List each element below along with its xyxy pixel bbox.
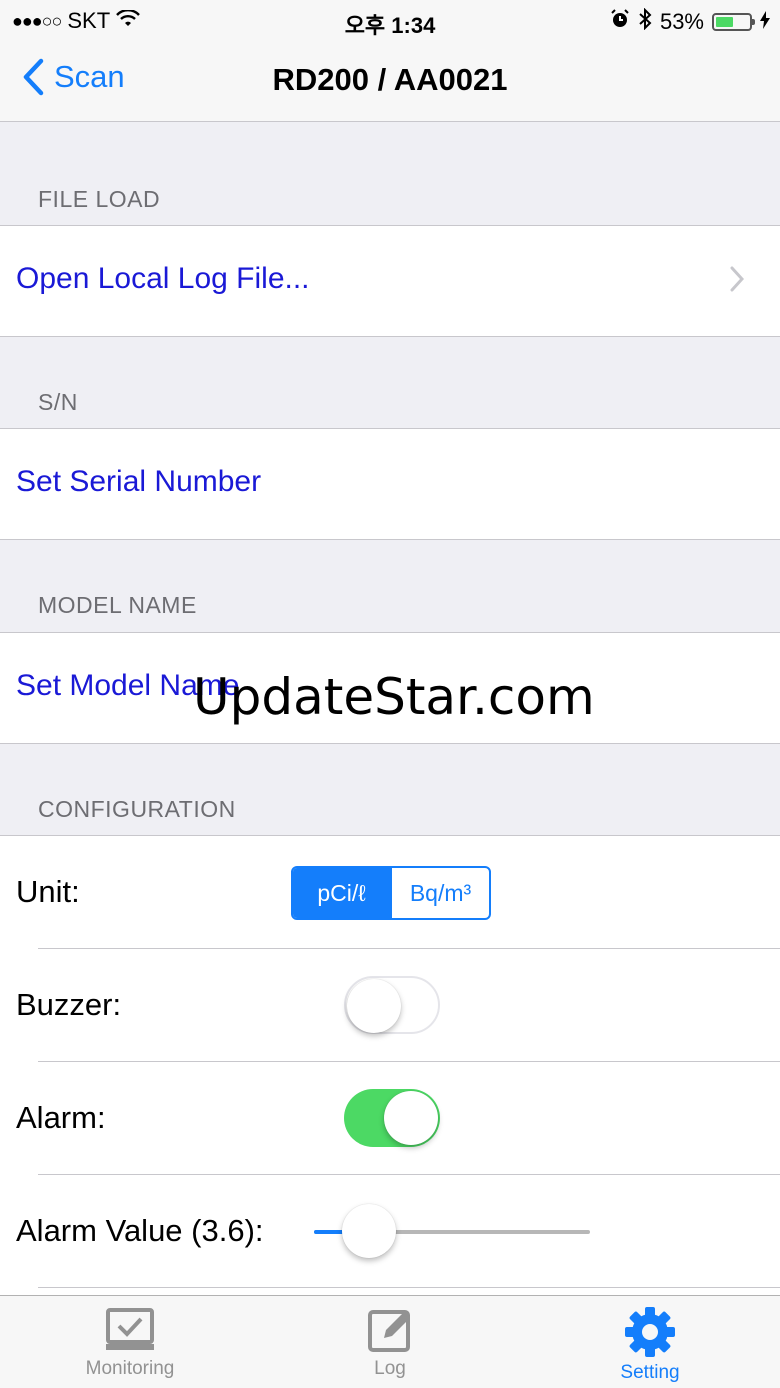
set-serial-number-cell[interactable]: Set Serial Number [0,428,780,540]
alarm-value-label: Alarm Value (3.6): [16,1213,264,1248]
tab-setting[interactable]: Setting [520,1296,780,1388]
set-model-name-cell[interactable]: Set Model Name [0,632,780,744]
unit-option-pci[interactable]: pCi/ℓ [293,868,390,918]
charging-icon [760,9,770,35]
buzzer-toggle[interactable] [344,976,440,1034]
unit-label: Unit: [16,874,80,909]
tab-log-label: Log [374,1358,406,1379]
divider [38,1287,780,1288]
alarm-toggle[interactable] [344,1089,440,1147]
unit-row: Unit: pCi/ℓ Bq/m³ [0,836,780,949]
gear-icon [625,1307,675,1357]
toggle-knob [384,1091,438,1145]
tab-bar: Monitoring Log Setting [0,1295,780,1388]
section-header-file-load: FILE LOAD [38,186,161,212]
configuration-group: Unit: pCi/ℓ Bq/m³ Buzzer: Alarm: Alarm V… [0,835,780,1296]
set-model-name-label: Set Model Name [16,669,240,702]
battery-percent: 53% [659,9,704,34]
battery-fill [716,17,733,27]
page-title: RD200 / AA0021 [272,62,508,97]
bluetooth-icon [638,7,652,36]
alarm-label: Alarm: [16,1100,106,1135]
set-serial-number-label: Set Serial Number [16,465,262,498]
alarm-value-slider[interactable] [314,1204,590,1258]
buzzer-label: Buzzer: [16,987,122,1022]
tab-setting-label: Setting [620,1362,680,1383]
open-local-log-file-label: Open Local Log File... [16,262,310,295]
alarm-row: Alarm: [0,1062,780,1175]
unit-segmented-control[interactable]: pCi/ℓ Bq/m³ [291,866,491,920]
alarm-clock-icon [610,9,630,35]
status-right: 53% [610,7,770,36]
unit-option-bq[interactable]: Bq/m³ [390,868,489,918]
tab-log[interactable]: Log [260,1296,520,1388]
buzzer-row: Buzzer: [0,949,780,1062]
open-local-log-file-cell[interactable]: Open Local Log File... [0,225,780,337]
section-header-model-name: MODEL NAME [38,592,197,618]
navigation-bar: Scan RD200 / AA0021 [0,40,780,122]
edit-icon [368,1310,410,1352]
slider-thumb[interactable] [342,1204,397,1258]
section-header-configuration: CONFIGURATION [38,796,236,822]
section-header-sn: S/N [38,389,78,415]
battery-icon [712,13,755,31]
monitor-check-icon [106,1308,154,1350]
status-bar: ●●●○○ SKT 오후 1:34 53% [0,0,780,40]
chevron-right-icon [730,266,744,292]
tab-monitoring[interactable]: Monitoring [0,1296,260,1388]
toggle-knob [347,979,401,1033]
alarm-value-row: Alarm Value (3.6): [0,1175,780,1288]
tab-monitoring-label: Monitoring [85,1358,175,1379]
